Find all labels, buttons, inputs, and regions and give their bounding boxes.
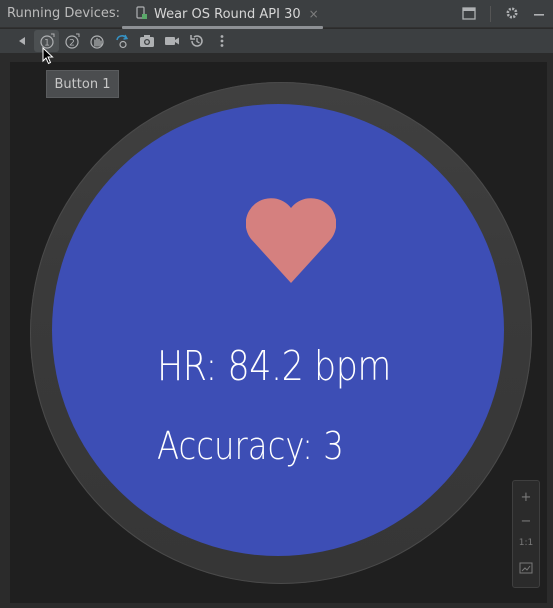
button-2[interactable]: 2 [59, 30, 84, 52]
device-icon [136, 5, 148, 24]
reset-button[interactable] [184, 30, 209, 52]
heart-icon [246, 198, 336, 283]
mouse-cursor-icon [42, 47, 54, 65]
device-toolbar: 1 2 [0, 29, 553, 53]
tooltip-button-1: Button 1 [46, 70, 119, 98]
header-actions [462, 0, 545, 28]
zoom-controls: + − 1:1 [512, 480, 540, 588]
heart-rate-value: HR: 84.2 bpm [157, 342, 391, 390]
button-2-icon: 2 [64, 33, 79, 49]
history-icon [189, 35, 203, 47]
screenshot-button[interactable] [134, 30, 159, 52]
tab-label: Wear OS Round API 30 [154, 6, 301, 22]
back-icon [18, 37, 25, 45]
svg-text:2: 2 [69, 39, 75, 49]
video-camera-icon [164, 37, 179, 45]
camera-icon [139, 35, 154, 47]
palm-icon [89, 35, 104, 49]
back-button[interactable] [9, 30, 34, 52]
more-vertical-icon [220, 35, 223, 47]
rotate-icon [115, 34, 128, 49]
actual-size-button[interactable]: 1:1 [519, 538, 533, 548]
rotate-button[interactable] [109, 30, 134, 52]
tab-wear-os-device[interactable]: Wear OS Round API 30 × [122, 0, 323, 29]
accuracy-value: Accuracy: 3 [157, 424, 344, 468]
gear-icon[interactable] [505, 5, 519, 24]
window-layout-icon[interactable] [462, 5, 476, 24]
palm-button[interactable] [84, 30, 109, 52]
watch-screen[interactable] [52, 104, 504, 556]
zoom-out-button[interactable]: − [521, 515, 532, 528]
minimize-icon[interactable] [533, 5, 545, 24]
more-options-button[interactable] [209, 30, 234, 52]
running-devices-header: Running Devices: Wear OS Round API 30 × [0, 0, 553, 29]
fit-screen-icon[interactable] [519, 559, 533, 578]
zoom-in-button[interactable]: + [521, 491, 532, 504]
header-label: Running Devices: [7, 6, 121, 21]
header-separator [490, 6, 491, 22]
screen-record-button[interactable] [159, 30, 184, 52]
tab-close-icon[interactable]: × [309, 7, 319, 21]
